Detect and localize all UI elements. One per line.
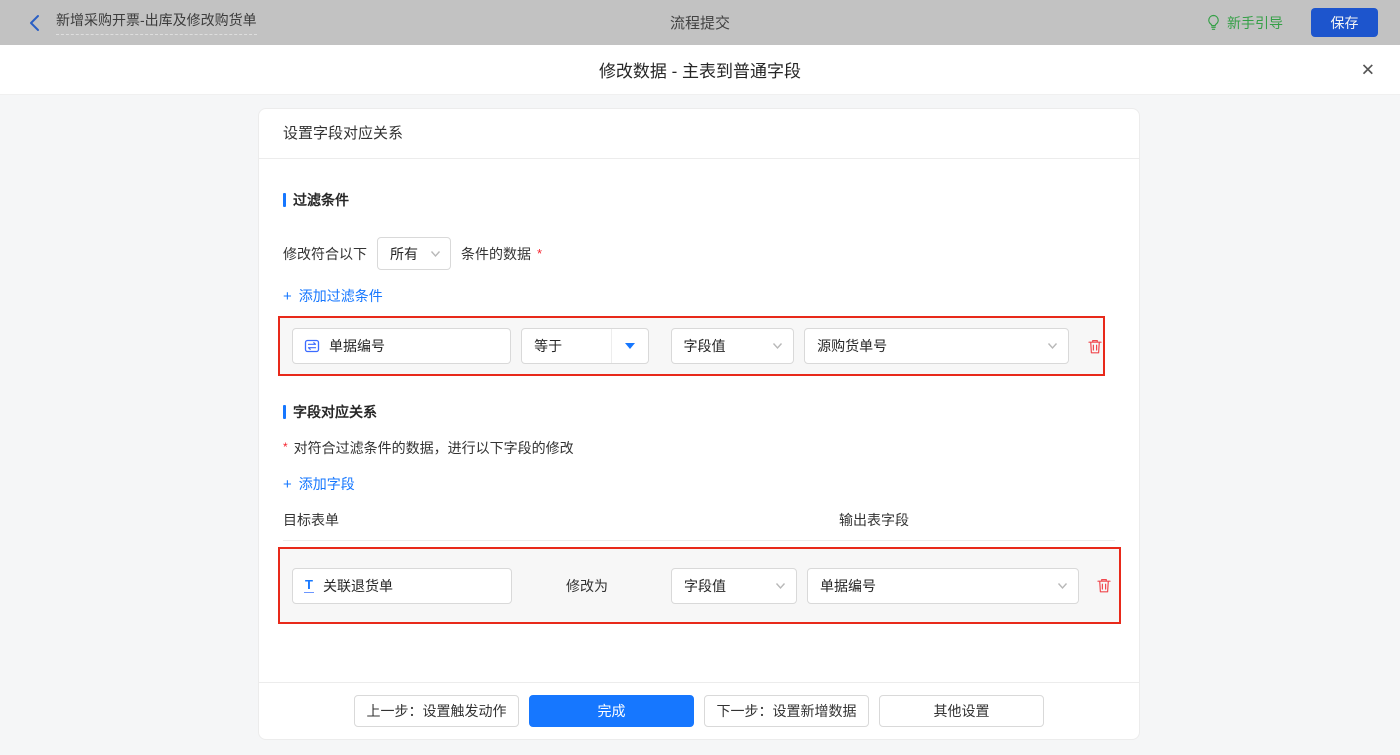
guide-label: 新手引导	[1227, 13, 1283, 33]
delete-mapping-row-button[interactable]	[1096, 577, 1112, 594]
condition-match-select[interactable]: 所有	[377, 237, 451, 270]
mapping-description-line: * 对符合过滤条件的数据，进行以下字段的修改	[283, 438, 1115, 458]
section-marker	[283, 193, 286, 207]
mapping-value-type-select[interactable]: 字段值	[671, 568, 797, 604]
filter-value-type-select[interactable]: 字段值	[671, 328, 795, 364]
required-asterisk: *	[537, 246, 542, 261]
add-field-link[interactable]: + 添加字段	[283, 474, 355, 494]
modify-to-label: 修改为	[566, 576, 608, 596]
chevron-down-icon	[775, 582, 786, 590]
beginner-guide-link[interactable]: 新手引导	[1206, 13, 1283, 33]
caret-down-icon	[625, 343, 635, 349]
topbar-right: 新手引导 保存	[1206, 8, 1378, 37]
swap-field-icon	[304, 338, 320, 354]
mapping-description: 对符合过滤条件的数据，进行以下字段的修改	[294, 438, 574, 458]
delete-filter-row-button[interactable]	[1087, 338, 1103, 355]
chevron-down-icon	[772, 342, 783, 350]
filter-condition-row: 单据编号 等于 字段值 源购货单号	[278, 316, 1105, 376]
panel-footer: 上一步：设置触发动作 完成 下一步：设置新增数据 其他设置	[259, 682, 1139, 739]
required-asterisk: *	[283, 440, 288, 454]
lightbulb-icon	[1206, 14, 1221, 31]
operator-caret-box[interactable]	[611, 329, 648, 363]
condition-prefix: 修改符合以下	[283, 244, 367, 264]
add-field-label: 添加字段	[299, 474, 355, 494]
text-field-icon: T	[304, 578, 314, 593]
modal-title: 修改数据 - 主表到普通字段	[599, 57, 801, 82]
back-button[interactable]	[28, 14, 40, 32]
close-icon[interactable]: ✕	[1361, 61, 1375, 78]
trash-icon	[1087, 338, 1103, 355]
save-button[interactable]: 保存	[1311, 8, 1378, 37]
filter-value-select[interactable]: 源购货单号	[804, 328, 1069, 364]
add-filter-condition-link[interactable]: + 添加过滤条件	[283, 286, 383, 306]
filter-section-label: 过滤条件	[293, 190, 349, 210]
condition-line: 修改符合以下 所有 条件的数据 *	[283, 237, 1115, 270]
filter-operator-value: 等于	[522, 336, 562, 356]
filter-value-type: 字段值	[684, 336, 726, 356]
mapping-field-input[interactable]: T 关联退货单	[292, 568, 512, 604]
chevron-down-icon	[430, 250, 441, 258]
mapping-section-title: 字段对应关系	[283, 402, 1115, 422]
filter-field-input[interactable]: 单据编号	[292, 328, 511, 364]
workflow-title[interactable]: 新增采购开票-出库及修改购货单	[56, 10, 257, 35]
modal-content: 设置字段对应关系 过滤条件 修改符合以下 所有 条件的数据 * +	[0, 95, 1400, 755]
panel-body: 过滤条件 修改符合以下 所有 条件的数据 * + 添加过滤条件	[259, 159, 1139, 682]
settings-panel: 设置字段对应关系 过滤条件 修改符合以下 所有 条件的数据 * +	[258, 108, 1140, 740]
modal-header: 修改数据 - 主表到普通字段 ✕	[0, 45, 1400, 95]
topbar-left: 新增采购开票-出库及修改购货单	[28, 10, 257, 35]
mapping-field-value: 关联退货单	[323, 576, 393, 596]
mapping-section-label: 字段对应关系	[293, 402, 377, 422]
output-field-column-header: 输出表字段	[839, 510, 909, 530]
mapping-value-type: 字段值	[684, 576, 726, 596]
filter-field-value: 单据编号	[329, 336, 385, 356]
mapping-value: 单据编号	[820, 576, 876, 596]
section-marker	[283, 405, 286, 419]
filter-operator-select[interactable]: 等于	[521, 328, 648, 364]
chevron-left-icon	[28, 14, 40, 32]
filter-value: 源购货单号	[817, 336, 887, 356]
condition-suffix: 条件的数据	[461, 244, 531, 264]
plus-icon: +	[283, 289, 292, 304]
mapping-value-select[interactable]: 单据编号	[807, 568, 1079, 604]
topbar: 新增采购开票-出库及修改购货单 流程提交 新手引导 保存	[0, 0, 1400, 45]
condition-match-value: 所有	[390, 244, 418, 264]
trash-icon	[1096, 577, 1112, 594]
target-form-column-header: 目标表单	[283, 510, 839, 530]
mapping-column-headers: 目标表单 输出表字段	[283, 510, 1115, 541]
chevron-down-icon	[1057, 582, 1068, 590]
add-filter-condition-label: 添加过滤条件	[299, 286, 383, 306]
chevron-down-icon	[1047, 342, 1058, 350]
next-step-button[interactable]: 下一步：设置新增数据	[704, 695, 869, 727]
filter-section-title: 过滤条件	[283, 190, 1115, 210]
plus-icon: +	[283, 477, 292, 492]
prev-step-button[interactable]: 上一步：设置触发动作	[354, 695, 519, 727]
panel-header: 设置字段对应关系	[259, 109, 1139, 159]
field-mapping-row: T 关联退货单 修改为 字段值 单据编号	[278, 547, 1121, 624]
done-button[interactable]: 完成	[529, 695, 694, 727]
other-settings-button[interactable]: 其他设置	[879, 695, 1044, 727]
